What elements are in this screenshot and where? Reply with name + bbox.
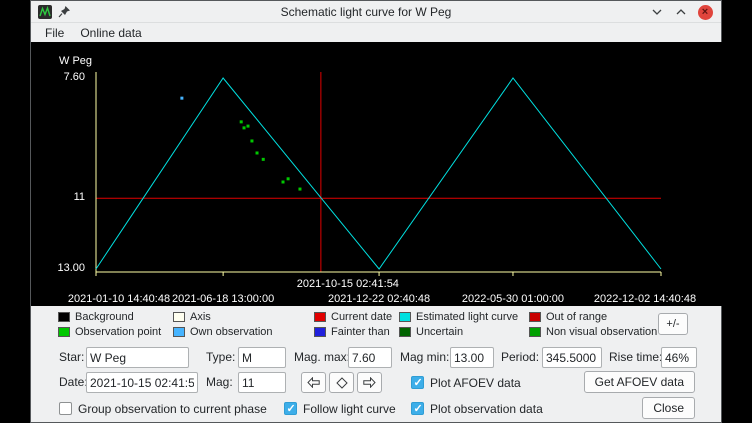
plus-minus-button[interactable]: +/- (658, 313, 688, 335)
legend-item-out-of-range: Out of range (529, 310, 607, 323)
estimated-curve-swatch-icon (399, 312, 411, 322)
group-observation-label: Group observation to current phase (78, 402, 267, 416)
step-forward-button[interactable] (357, 372, 382, 393)
window-controls: × (649, 1, 713, 23)
window-title: Schematic light curve for W Peg (91, 5, 641, 19)
legend-item-fainter-than: Fainter than (314, 325, 390, 338)
plot-observation-checkbox[interactable]: Plot observation data (411, 398, 543, 419)
app-window: Schematic light curve for W Peg × File O… (30, 0, 722, 423)
arrow-right-icon (363, 377, 376, 388)
light-curve-plot[interactable]: W Peg 2021-10-15 02:41:54 7.60 11 13.00 202… (31, 42, 723, 306)
follow-light-curve-label: Follow light curve (303, 402, 396, 416)
y-axis-tick-label: 13.00 (31, 262, 85, 274)
legend-label: Uncertain (416, 326, 463, 338)
legend-item-own-observation: Own observation (173, 325, 273, 338)
arrow-left-icon (307, 377, 320, 388)
follow-light-curve-checkbox[interactable]: Follow light curve (284, 398, 396, 419)
legend-label: Axis (190, 311, 211, 323)
non-visual-swatch-icon (529, 327, 541, 337)
date-label: Date: (59, 372, 88, 393)
x-axis-tick-label: 2021-12-22 02:40:48 (328, 293, 430, 305)
star-label: Star: (59, 347, 84, 368)
plot-afoev-checkbox[interactable]: Plot AFOEV data (411, 372, 521, 393)
y-axis-tick-label: 7.60 (31, 71, 85, 83)
get-afoev-button[interactable]: Get AFOEV data (584, 371, 695, 393)
period-label: Period: (501, 347, 539, 368)
own-observation-swatch-icon (173, 327, 185, 337)
checkbox-icon (59, 402, 72, 415)
axis-swatch-icon (173, 312, 185, 322)
legend: Background Axis Current date Estimated l… (31, 306, 721, 342)
mag-min-label: Mag min: (400, 347, 449, 368)
legend-label: Out of range (546, 311, 607, 323)
mag-max-input[interactable] (348, 347, 392, 368)
mag-min-input[interactable] (450, 347, 494, 368)
star-input[interactable] (86, 347, 189, 368)
legend-item-observation-point: Observation point (58, 325, 161, 338)
current-date-swatch-icon (314, 312, 326, 322)
current-date-label: 2021-10-15 02:41:54 (297, 278, 399, 290)
checkbox-icon (411, 402, 424, 415)
menu-file[interactable]: File (37, 26, 72, 40)
legend-label: Own observation (190, 326, 273, 338)
chevron-down-icon (651, 8, 663, 16)
diamond-icon (336, 377, 348, 389)
close-dialog-button[interactable]: Close (642, 397, 695, 419)
legend-label: Fainter than (331, 326, 390, 338)
close-button[interactable]: × (697, 4, 713, 20)
x-axis-tick-label: 2021-01-10 14:40:48 (68, 293, 170, 305)
type-input[interactable] (238, 347, 286, 368)
legend-label: Observation point (75, 326, 161, 338)
rise-time-label: Rise time: (609, 347, 662, 368)
pin-icon[interactable] (58, 5, 71, 18)
uncertain-swatch-icon (399, 327, 411, 337)
period-input[interactable] (542, 347, 602, 368)
fainter-than-swatch-icon (314, 327, 326, 337)
legend-label: Current date (331, 311, 392, 323)
legend-item-non-visual: Non visual observation (529, 325, 657, 338)
plot-observation-label: Plot observation data (430, 402, 543, 416)
out-of-range-swatch-icon (529, 312, 541, 322)
checkbox-icon (284, 402, 297, 415)
plot-afoev-label: Plot AFOEV data (430, 376, 521, 390)
chevron-up-icon (675, 8, 687, 16)
date-input[interactable] (86, 372, 198, 393)
phase-button[interactable] (329, 372, 354, 393)
x-axis-tick-label: 2021-06-18 13:00:00 (172, 293, 274, 305)
legend-item-current-date: Current date (314, 310, 392, 323)
light-curve-icon (38, 5, 52, 19)
observation-point-swatch-icon (58, 327, 70, 337)
legend-item-axis: Axis (173, 310, 211, 323)
rise-time-input[interactable] (661, 347, 697, 368)
app-icon[interactable] (38, 5, 52, 19)
mag-input[interactable] (238, 372, 286, 393)
background-swatch-icon (58, 312, 70, 322)
maximize-button[interactable] (673, 4, 689, 20)
titlebar[interactable]: Schematic light curve for W Peg × (31, 1, 721, 23)
menubar: File Online data (31, 23, 721, 42)
minimize-button[interactable] (649, 4, 665, 20)
step-back-button[interactable] (301, 372, 326, 393)
mag-max-label: Mag. max: (294, 347, 350, 368)
legend-label: Background (75, 311, 134, 323)
plot-star-name: W Peg (59, 55, 92, 67)
light-curve-chart (31, 42, 723, 306)
menu-online-data[interactable]: Online data (72, 26, 149, 40)
group-observation-checkbox[interactable]: Group observation to current phase (59, 398, 267, 419)
close-icon: × (698, 5, 713, 20)
type-label: Type: (206, 347, 235, 368)
legend-label: Estimated light curve (416, 311, 518, 323)
x-axis-tick-label: 2022-12-02 14:40:48 (594, 293, 696, 305)
legend-item-estimated-curve: Estimated light curve (399, 310, 518, 323)
form-area: Star: Type: Mag. max: Mag min: Period: R… (31, 342, 721, 422)
legend-item-background: Background (58, 310, 134, 323)
legend-label: Non visual observation (546, 326, 657, 338)
mag-label: Mag: (206, 372, 233, 393)
x-axis-tick-label: 2022-05-30 01:00:00 (462, 293, 564, 305)
pushpin-icon (58, 5, 71, 18)
y-axis-tick-label: 11 (31, 191, 85, 203)
checkbox-icon (411, 376, 424, 389)
legend-item-uncertain: Uncertain (399, 325, 463, 338)
